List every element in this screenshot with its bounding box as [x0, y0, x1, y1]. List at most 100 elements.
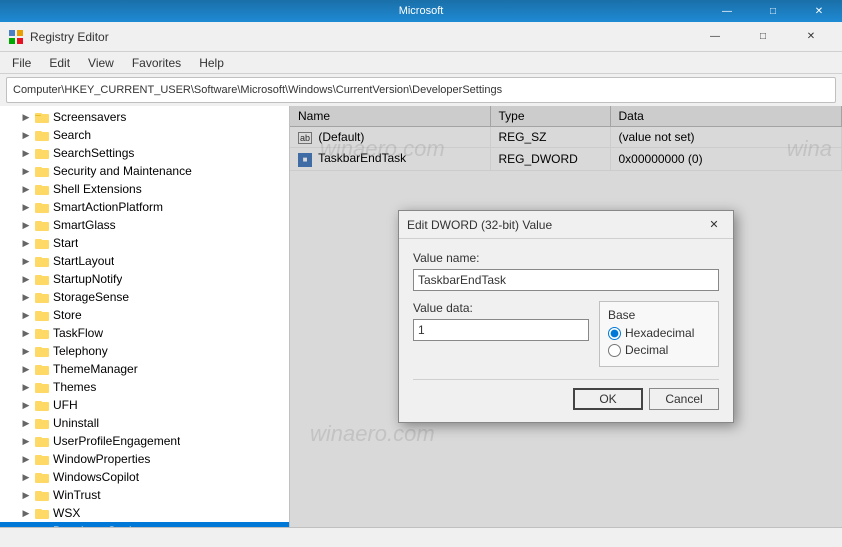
expand-themes[interactable]: ▶ — [20, 381, 32, 393]
taskbar-close[interactable]: ✕ — [796, 0, 842, 22]
radio-dec-input[interactable] — [608, 344, 621, 357]
expand-store[interactable]: ▶ — [20, 309, 32, 321]
tree-item-searchsettings[interactable]: ▶ SearchSettings — [0, 144, 289, 162]
tree-label-startlayout: StartLayout — [53, 254, 114, 268]
expand-taskflow[interactable]: ▶ — [20, 327, 32, 339]
tree-label-smartaction: SmartActionPlatform — [53, 200, 163, 214]
dialog-base-col: Base Hexadecimal Decimal — [599, 301, 719, 367]
tree-item-startupnotify[interactable]: ▶ StartupNotify — [0, 270, 289, 288]
expand-startupnotify[interactable]: ▶ — [20, 273, 32, 285]
tree-item-windowprops[interactable]: ▶ WindowProperties — [0, 450, 289, 468]
expand-start[interactable]: ▶ — [20, 237, 32, 249]
tree-label-uninstall: Uninstall — [53, 416, 99, 430]
expand-telephony[interactable]: ▶ — [20, 345, 32, 357]
dialog-data-row: Value data: Base Hexadecimal — [413, 301, 719, 367]
registry-editor-window: Registry Editor — □ ✕ File Edit View Fav… — [0, 22, 842, 547]
tree-label-themes: Themes — [53, 380, 96, 394]
tree-item-userprofile[interactable]: ▶ UserProfileEngagement — [0, 432, 289, 450]
menu-view[interactable]: View — [80, 54, 122, 72]
radio-decimal[interactable]: Decimal — [608, 343, 710, 357]
tree-item-ufh[interactable]: ▶ UFH — [0, 396, 289, 414]
expand-wintrust[interactable]: ▶ — [20, 489, 32, 501]
expand-windowprops[interactable]: ▶ — [20, 453, 32, 465]
taskbar-minimize[interactable]: — — [704, 0, 750, 22]
tree-item-taskflow[interactable]: ▶ TaskFlow — [0, 324, 289, 342]
dialog-cancel-button[interactable]: Cancel — [649, 388, 719, 410]
dialog-overlay: Edit DWORD (32-bit) Value ✕ Value name: … — [290, 106, 842, 527]
window-minimize[interactable]: — — [692, 23, 738, 51]
expand-developersettings[interactable]: ▼ — [20, 525, 32, 527]
tree-item-thememanager[interactable]: ▶ ThemeManager — [0, 360, 289, 378]
folder-icon-storagesense — [34, 289, 50, 305]
taskbar-maximize[interactable]: □ — [750, 0, 796, 22]
taskbar-controls: — □ ✕ — [704, 0, 842, 22]
expand-smartaction[interactable]: ▶ — [20, 201, 32, 213]
menu-file[interactable]: File — [4, 54, 39, 72]
expand-smartglass[interactable]: ▶ — [20, 219, 32, 231]
value-name-input[interactable] — [413, 269, 719, 291]
expand-windowscopilot[interactable]: ▶ — [20, 471, 32, 483]
dialog-close-button[interactable]: ✕ — [703, 214, 725, 236]
expand-uninstall[interactable]: ▶ — [20, 417, 32, 429]
menu-edit[interactable]: Edit — [41, 54, 78, 72]
tree-item-search[interactable]: ▶ Search — [0, 126, 289, 144]
expand-screensavers[interactable]: ▶ — [20, 111, 32, 123]
tree-item-windowscopilot[interactable]: ▶ WindowsCopilot — [0, 468, 289, 486]
folder-icon-windowprops — [34, 451, 50, 467]
status-bar — [0, 527, 842, 547]
tree-item-developersettings[interactable]: ▼ DeveloperSettings — [0, 522, 289, 527]
folder-icon-thememanager — [34, 361, 50, 377]
radio-hex-input[interactable] — [608, 327, 621, 340]
tree-item-shellext[interactable]: ▶ Shell Extensions — [0, 180, 289, 198]
tree-item-store[interactable]: ▶ Store — [0, 306, 289, 324]
tree-item-start[interactable]: ▶ Start — [0, 234, 289, 252]
expand-searchsettings[interactable]: ▶ — [20, 147, 32, 159]
tree-item-wsx[interactable]: ▶ WSX — [0, 504, 289, 522]
tree-label-screensavers: Screensavers — [53, 110, 126, 124]
window-maximize[interactable]: □ — [740, 23, 786, 51]
expand-thememanager[interactable]: ▶ — [20, 363, 32, 375]
tree-item-storagesense[interactable]: ▶ StorageSense — [0, 288, 289, 306]
menu-help[interactable]: Help — [191, 54, 232, 72]
expand-storagesense[interactable]: ▶ — [20, 291, 32, 303]
tree-label-security: Security and Maintenance — [53, 164, 192, 178]
expand-shellext[interactable]: ▶ — [20, 183, 32, 195]
expand-userprofile[interactable]: ▶ — [20, 435, 32, 447]
dialog-value-col: Value data: — [413, 301, 589, 341]
expand-startlayout[interactable]: ▶ — [20, 255, 32, 267]
dialog-ok-button[interactable]: OK — [573, 388, 643, 410]
tree-label-windowscopilot: WindowsCopilot — [53, 470, 139, 484]
tree-label-taskflow: TaskFlow — [53, 326, 103, 340]
value-data-input[interactable] — [413, 319, 589, 341]
tree-label-developersettings: DeveloperSettings — [53, 524, 151, 527]
tree-item-startlayout[interactable]: ▶ StartLayout — [0, 252, 289, 270]
menu-favorites[interactable]: Favorites — [124, 54, 189, 72]
tree-item-security[interactable]: ▶ Security and Maintenance — [0, 162, 289, 180]
tree-item-wintrust[interactable]: ▶ WinTrust — [0, 486, 289, 504]
expand-ufh[interactable]: ▶ — [20, 399, 32, 411]
folder-icon-startlayout — [34, 253, 50, 269]
tree-label-userprofile: UserProfileEngagement — [53, 434, 180, 448]
folder-icon-wintrust — [34, 487, 50, 503]
value-data-label: Value data: — [413, 301, 589, 315]
tree-label-ufh: UFH — [53, 398, 78, 412]
expand-search[interactable]: ▶ — [20, 129, 32, 141]
radio-dec-label: Decimal — [625, 343, 668, 357]
expand-wsx[interactable]: ▶ — [20, 507, 32, 519]
radio-hexadecimal[interactable]: Hexadecimal — [608, 326, 710, 340]
window-close[interactable]: ✕ — [788, 23, 834, 51]
tree-item-telephony[interactable]: ▶ Telephony — [0, 342, 289, 360]
address-bar[interactable]: Computer\HKEY_CURRENT_USER\Software\Micr… — [6, 77, 836, 103]
menu-bar: File Edit View Favorites Help — [0, 52, 842, 74]
taskbar-title: Microsoft — [399, 5, 444, 17]
edit-dword-dialog: Edit DWORD (32-bit) Value ✕ Value name: … — [398, 210, 734, 423]
tree-item-smartglass[interactable]: ▶ SmartGlass — [0, 216, 289, 234]
tree-item-screensavers[interactable]: ▶ Screensavers — [0, 108, 289, 126]
expand-security[interactable]: ▶ — [20, 165, 32, 177]
folder-icon-searchsettings — [34, 145, 50, 161]
tree-label-search: Search — [53, 128, 91, 142]
tree-item-themes[interactable]: ▶ Themes — [0, 378, 289, 396]
folder-icon-security — [34, 163, 50, 179]
tree-item-smartaction[interactable]: ▶ SmartActionPlatform — [0, 198, 289, 216]
tree-item-uninstall[interactable]: ▶ Uninstall — [0, 414, 289, 432]
